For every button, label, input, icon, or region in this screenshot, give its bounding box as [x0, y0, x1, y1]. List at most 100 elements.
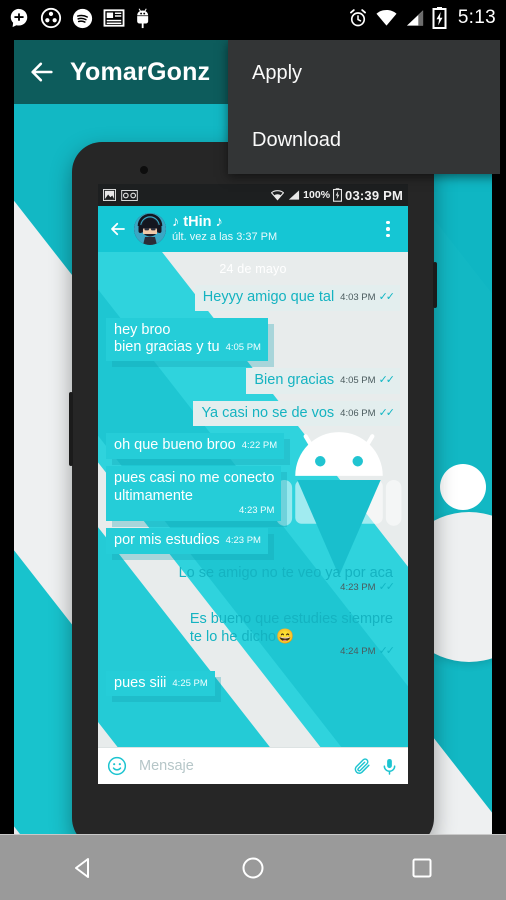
nav-back-button[interactable] — [49, 835, 119, 900]
message-bubble[interactable]: hey broo bien gracias y tu 4:05 PM — [106, 317, 268, 362]
back-button[interactable] — [14, 40, 70, 104]
date-divider-label: 24 de mayo — [219, 262, 287, 276]
battery-charging-icon — [333, 188, 343, 202]
read-receipt-icon: ✓✓ — [378, 581, 396, 594]
message-text: Bien gracias — [254, 372, 335, 389]
nav-home-icon — [242, 857, 264, 878]
message-row[interactable]: hey broo bien gracias y tu 4:05 PM — [106, 317, 400, 362]
screen-root: 5:13 YomarGonz 100% 03:39 PM ♪ tHin ♪ úl… — [0, 0, 506, 900]
phone-power-button — [433, 262, 437, 308]
phone-status-icons-left — [103, 189, 138, 201]
message-text: hey broo bien gracias y tu — [114, 321, 220, 356]
chat-header: ♪ tHin ♪ últ. vez a las 3:37 PM — [98, 206, 408, 252]
more-vertical-icon[interactable] — [378, 220, 402, 238]
messages-container: Heyyy amigo que tal 4:03 PM ✓✓ hey broo bien… — [106, 285, 400, 697]
message-bubble[interactable]: Es bueno que estudies siempre te lo he di… — [182, 607, 400, 664]
phone-volume-button — [69, 392, 73, 466]
message-meta: 4:23 PM ✓✓ — [179, 581, 396, 594]
message-text: oh que bueno broo — [114, 437, 236, 454]
wifi-icon — [271, 189, 285, 200]
read-receipt-icon: ✓✓ — [378, 374, 396, 387]
phone-clock: 03:39 PM — [345, 187, 403, 203]
message-row[interactable]: Heyyy amigo que tal 4:03 PM ✓✓ — [106, 285, 400, 311]
date-divider: 24 de mayo — [106, 260, 400, 278]
system-clock: 5:13 — [457, 7, 496, 28]
message-text: Lo se amigo no te veo ya por aca — [178, 564, 393, 581]
message-text: Ya casi no se de vos — [201, 404, 335, 421]
back-arrow-icon — [31, 62, 53, 82]
page-title: YomarGonz — [70, 57, 211, 86]
message-text: Es bueno que estudies siempre te lo he di… — [189, 610, 393, 645]
message-bubble[interactable]: Lo se amigo no te veo ya por aca 4:23 PM ✓… — [171, 561, 400, 600]
read-receipt-icon: ✓✓ — [378, 291, 396, 303]
message-row[interactable]: Lo se amigo no te veo ya por aca 4:23 PM ✓… — [106, 561, 400, 600]
chat-back-button[interactable] — [104, 220, 132, 238]
microphone-icon[interactable] — [380, 757, 399, 776]
message-meta: 4:25 PM — [172, 678, 207, 690]
phone-camera-icon — [140, 166, 148, 174]
message-time: 4:23 PM — [239, 504, 275, 516]
wallpaper-circle-small — [440, 464, 486, 510]
paperclip-icon[interactable] — [353, 757, 372, 776]
message-time: 4:25 PM — [172, 677, 208, 689]
message-time: 4:06 PM — [340, 407, 376, 419]
message-bubble[interactable]: Ya casi no se de vos 4:06 PM ✓✓ — [193, 400, 400, 427]
message-bubble[interactable]: Heyyy amigo que tal 4:03 PM ✓✓ — [194, 285, 400, 311]
read-receipt-icon: ✓✓ — [378, 645, 396, 658]
message-row[interactable]: Ya casi no se de vos 4:06 PM ✓✓ — [106, 400, 400, 427]
message-meta: 4:23 PM — [114, 505, 274, 517]
status-icons-left — [8, 7, 154, 29]
message-bubble[interactable]: pues casi no me conecto ultimamente 4:23 P… — [106, 466, 282, 522]
chat-contact-status: últ. vez a las 3:37 PM — [172, 231, 278, 244]
emoji-icon[interactable] — [107, 756, 127, 776]
message-plus-icon — [10, 8, 28, 28]
message-text: por mis estudios — [114, 532, 220, 549]
chat-input-bar[interactable]: Mensaje — [98, 747, 408, 784]
menu-item-apply[interactable]: Apply — [252, 40, 500, 107]
phone-mockup: 100% 03:39 PM ♪ tHin ♪ últ. vez a las 3:… — [69, 142, 437, 848]
phone-status-icons-right: 100% 03:39 PM — [271, 188, 403, 203]
message-row[interactable]: pues casi no me conecto ultimamente 4:23 P… — [106, 466, 400, 522]
menu-item-download[interactable]: Download — [252, 107, 500, 174]
message-list: 24 de mayo Heyyy amigo que tal 4:03 PM ✓✓ h… — [106, 260, 400, 697]
avatar[interactable] — [134, 213, 166, 245]
wallpaper-preview[interactable]: 100% 03:39 PM ♪ tHin ♪ últ. vez a las 3:… — [14, 104, 492, 870]
message-row[interactable]: Es bueno que estudies siempre te lo he di… — [106, 607, 400, 664]
nav-recents-icon — [412, 858, 432, 877]
system-status-bar: 5:13 — [0, 0, 506, 36]
message-meta: 4:06 PM ✓✓ — [340, 406, 396, 420]
message-bubble[interactable]: por mis estudios 4:23 PM — [106, 528, 268, 554]
message-row[interactable]: por mis estudios 4:23 PM — [106, 528, 400, 554]
message-meta: 4:22 PM — [242, 440, 277, 452]
circle-nodes-icon — [40, 7, 62, 29]
message-time: 4:23 PM — [340, 582, 376, 594]
battery-charging-icon — [432, 7, 447, 29]
overflow-menu[interactable]: Apply Download — [228, 40, 500, 174]
message-bubble[interactable]: pues siii 4:25 PM — [106, 670, 215, 697]
nav-home-button[interactable] — [218, 835, 288, 900]
contact-avatar-icon — [134, 213, 166, 245]
nav-recents-button[interactable] — [387, 835, 457, 900]
phone-status-bar: 100% 03:39 PM — [98, 184, 408, 206]
message-bubble[interactable]: oh que bueno broo 4:22 PM — [106, 433, 285, 460]
message-meta: 4:23 PM — [226, 535, 261, 547]
message-text: Heyyy amigo que tal — [202, 289, 335, 305]
navigation-bar — [0, 834, 506, 900]
chat-contact-meta: ♪ tHin ♪ últ. vez a las 3:37 PM — [172, 214, 277, 243]
message-time: 4:24 PM — [340, 646, 376, 658]
message-meta: 4:03 PM ✓✓ — [340, 291, 396, 304]
message-row[interactable]: pues siii 4:25 PM — [106, 670, 400, 697]
battery-percent: 100% — [303, 189, 331, 201]
read-receipt-icon: ✓✓ — [378, 406, 396, 419]
message-input-placeholder[interactable]: Mensaje — [135, 758, 345, 774]
news-layout-icon — [103, 9, 125, 27]
message-meta: 4:05 PM — [226, 342, 261, 354]
message-bubble[interactable]: Bien gracias 4:05 PM ✓✓ — [246, 368, 400, 394]
message-row[interactable]: Bien gracias 4:05 PM ✓✓ — [106, 368, 400, 394]
nav-back-icon — [75, 857, 90, 878]
message-row[interactable]: oh que bueno broo 4:22 PM — [106, 433, 400, 460]
app-window: YomarGonz 100% 03:39 PM ♪ tHin ♪ últ. ve… — [0, 36, 506, 900]
chat-body: 24 de mayo Heyyy amigo que tal 4:03 PM ✓✓ h… — [98, 252, 408, 747]
alarm-icon — [349, 9, 366, 27]
message-text: pues siii — [114, 674, 167, 691]
